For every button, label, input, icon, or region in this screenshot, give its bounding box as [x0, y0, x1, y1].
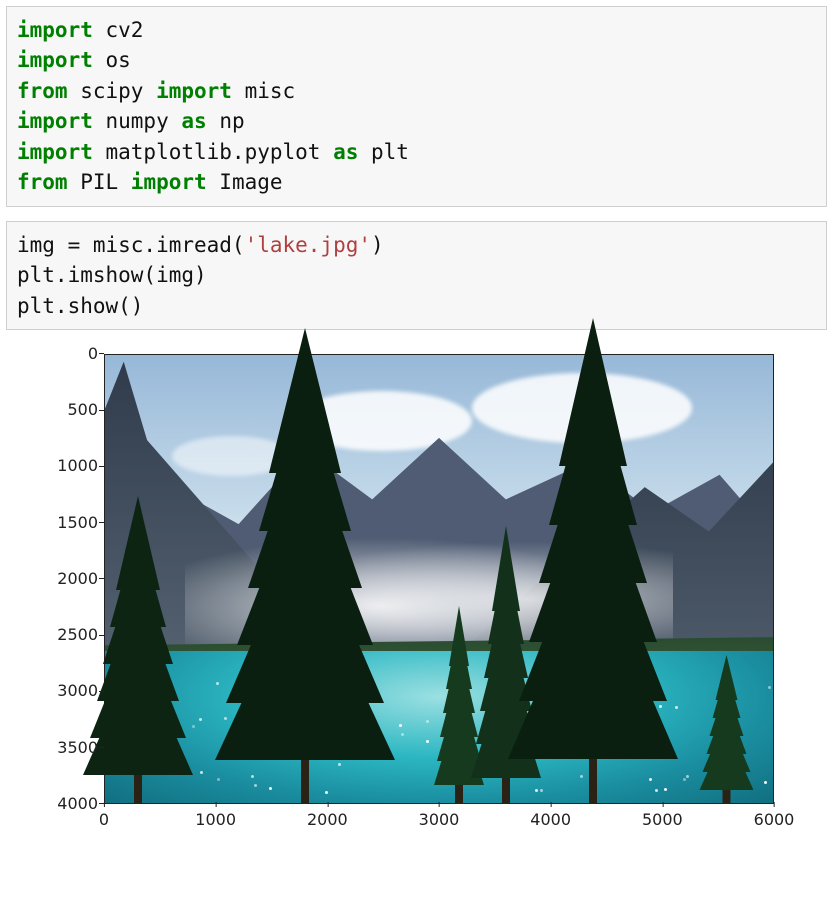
tree-foliage: [449, 606, 469, 666]
code-token: PIL: [68, 170, 131, 194]
x-tick-label: 5000: [642, 810, 683, 862]
code-token: from: [17, 170, 68, 194]
image-sparkle: [399, 724, 402, 727]
tree-foliage: [116, 496, 160, 590]
tree-foliage: [269, 328, 341, 473]
image-sparkle: [426, 740, 429, 743]
code-token: import: [131, 170, 207, 194]
y-tick-label: 1000: [26, 456, 98, 475]
code-token: as: [181, 109, 206, 133]
y-tick-label: 0: [26, 344, 98, 363]
image-sparkle: [200, 771, 203, 774]
y-tick-label: 3500: [26, 738, 98, 757]
x-tick-label: 3000: [419, 810, 460, 862]
y-tick-label: 4000: [26, 794, 98, 813]
x-tick-label: 1000: [195, 810, 236, 862]
code-token: Image: [207, 170, 283, 194]
tree-foliage: [715, 655, 737, 700]
code-token: import: [156, 79, 232, 103]
code-token: 'lake.jpg': [245, 233, 371, 257]
plot-axes: [104, 354, 774, 804]
code-token: np: [207, 109, 245, 133]
image-sparkle: [764, 781, 767, 784]
image-sparkle: [401, 733, 404, 736]
code-token: matplotlib.pyplot: [93, 140, 333, 164]
image-sparkle: [199, 718, 202, 721]
code-token: img = misc.imread(: [17, 233, 245, 257]
code-token: ): [371, 233, 384, 257]
image-sparkle: [768, 686, 771, 689]
image-tree: [83, 525, 193, 803]
image-tree: [215, 373, 395, 803]
y-tick-label: 2000: [26, 569, 98, 588]
y-tick-label: 2500: [26, 625, 98, 644]
image-sparkle: [686, 775, 689, 778]
y-tick-label: 500: [26, 400, 98, 419]
image-tree: [699, 669, 754, 803]
code-token: import: [17, 48, 93, 72]
x-tick-label: 4000: [530, 810, 571, 862]
y-tick-label: 3000: [26, 681, 98, 700]
x-tick-label: 0: [99, 810, 109, 862]
image-sparkle: [683, 778, 686, 781]
code-token: scipy: [68, 79, 157, 103]
code-token: import: [17, 18, 93, 42]
code-token: plt.imshow(img): [17, 263, 207, 287]
tree-foliage: [559, 318, 627, 466]
x-tick-label: 2000: [307, 810, 348, 862]
code-token: import: [17, 140, 93, 164]
y-tick-label: 1500: [26, 513, 98, 532]
code-cell-1[interactable]: import cv2 import os from scipy import m…: [6, 6, 827, 207]
image-tree: [508, 364, 678, 803]
code-token: from: [17, 79, 68, 103]
code-cell-2[interactable]: img = misc.imread('lake.jpg') plt.imshow…: [6, 221, 827, 330]
code-token: misc: [232, 79, 295, 103]
code-token: os: [93, 48, 131, 72]
code-token: as: [333, 140, 358, 164]
output-plot: 05001000150020002500300035004000 0100020…: [26, 344, 786, 834]
image-sparkle: [426, 720, 429, 723]
code-token: cv2: [93, 18, 144, 42]
code-token: plt.show(): [17, 294, 143, 318]
code-token: import: [17, 109, 93, 133]
x-tick-label: 6000: [754, 810, 795, 862]
code-token: numpy: [93, 109, 182, 133]
code-token: plt: [358, 140, 409, 164]
